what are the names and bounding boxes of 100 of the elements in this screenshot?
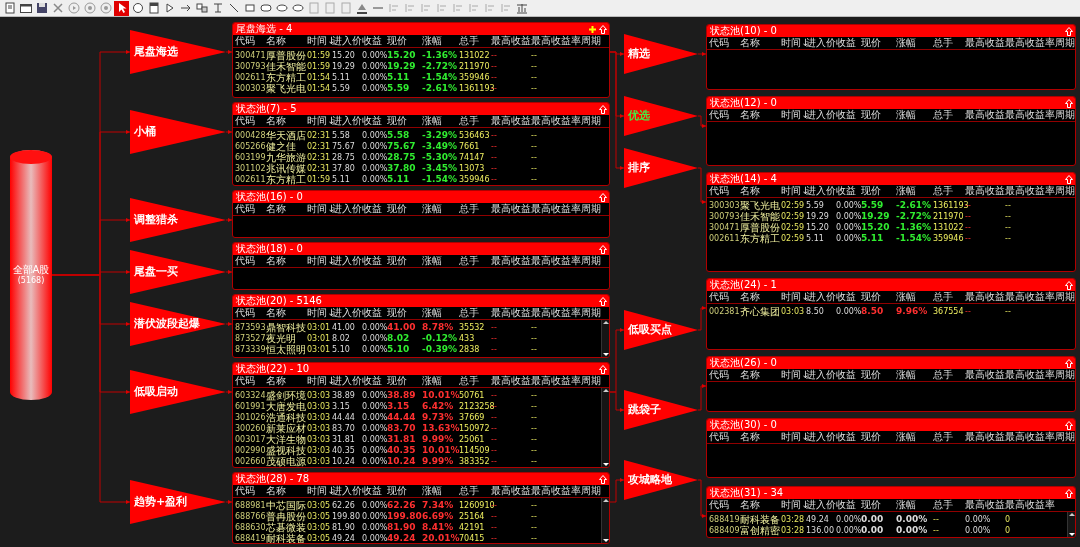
column-header[interactable]: 最高收益率 [1005, 499, 1075, 511]
scrollbar[interactable] [601, 498, 609, 543]
column-header[interactable]: 收益 [362, 255, 387, 267]
flow-node[interactable] [130, 110, 226, 154]
column-header[interactable]: 进入价 [332, 203, 362, 215]
scrollbar[interactable] [601, 388, 609, 467]
column-header[interactable]: 涨幅 [422, 35, 459, 47]
column-header[interactable]: 收益 [362, 307, 387, 319]
up-arrow-icon[interactable] [1065, 26, 1073, 36]
column-header[interactable]: 最高收益率周期 [531, 115, 609, 127]
column-header[interactable]: 时间↓ [781, 369, 806, 381]
column-header[interactable]: 涨幅 [896, 431, 933, 443]
column-header[interactable]: 进入价 [806, 291, 836, 303]
column-header[interactable]: 总手 [459, 307, 491, 319]
column-header[interactable]: 时间↓ [307, 255, 332, 267]
column-header[interactable]: 现价 [861, 499, 896, 511]
column-header[interactable]: 代码 [235, 35, 266, 47]
up-arrow-icon[interactable] [1065, 174, 1073, 184]
column-header[interactable]: 涨幅 [896, 37, 933, 49]
column-header[interactable]: 名称 [266, 307, 307, 319]
flow-node[interactable] [624, 34, 698, 74]
column-header[interactable]: 名称 [266, 485, 307, 497]
column-header[interactable]: 最高收益率周期 [1005, 185, 1075, 197]
column-header[interactable]: 现价 [861, 369, 896, 381]
link-tool-button[interactable] [194, 0, 209, 16]
column-header[interactable]: 总手 [933, 369, 965, 381]
scroll-down-icon[interactable] [602, 462, 609, 467]
column-header[interactable]: 代码 [709, 37, 740, 49]
column-header[interactable]: 现价 [387, 115, 422, 127]
column-header[interactable]: 代码 [709, 109, 740, 121]
column-header[interactable]: 总手 [459, 485, 491, 497]
column-header[interactable]: 名称 [740, 185, 781, 197]
column-header[interactable]: 收益 [362, 485, 387, 497]
column-header[interactable]: 代码 [709, 431, 740, 443]
column-header[interactable]: 最高收益率周期 [531, 203, 609, 215]
column-header[interactable]: 进入价 [332, 485, 362, 497]
column-header[interactable]: 最高收益率周期 [1005, 109, 1075, 121]
flow-node[interactable] [624, 310, 698, 350]
column-header[interactable]: 名称 [740, 431, 781, 443]
column-header[interactable]: 现价 [387, 485, 422, 497]
up-arrow-icon[interactable] [599, 104, 607, 114]
column-header[interactable]: 现价 [387, 255, 422, 267]
column-header[interactable]: 最高收益 [965, 185, 1005, 197]
column-header[interactable]: 时间↓ [307, 35, 332, 47]
column-header[interactable]: 现价 [387, 35, 422, 47]
scrollbar[interactable] [1067, 512, 1075, 537]
column-header[interactable]: 代码 [235, 115, 266, 127]
column-header[interactable]: 进入价 [806, 37, 836, 49]
column-header[interactable]: 最高收益率周期 [1005, 369, 1075, 381]
column-header[interactable]: 收益 [836, 431, 861, 443]
flow-node[interactable] [130, 198, 226, 242]
up-arrow-icon[interactable] [1065, 420, 1073, 430]
column-header[interactable]: 收益 [836, 37, 861, 49]
column-header[interactable]: 最高收益 [491, 307, 531, 319]
column-header[interactable]: 最高收益 [491, 375, 531, 387]
column-header[interactable]: 最高收益 [491, 485, 531, 497]
column-header[interactable]: 时间↓ [781, 185, 806, 197]
column-header[interactable]: 名称 [740, 291, 781, 303]
flow-node[interactable] [130, 30, 226, 74]
column-header[interactable]: 最高收益率周期 [1005, 291, 1075, 303]
column-header[interactable]: 最高收益 [965, 431, 1005, 443]
column-header[interactable]: 最高收益率周期 [531, 35, 609, 47]
column-header[interactable]: 进入价 [806, 369, 836, 381]
column-header[interactable]: 涨幅 [422, 307, 459, 319]
column-header[interactable]: 进入价 [332, 255, 362, 267]
column-header[interactable]: 最高收益率周期 [1005, 37, 1075, 49]
column-header[interactable]: 总手 [933, 291, 965, 303]
up-arrow-icon[interactable] [599, 296, 607, 306]
column-header[interactable]: 总手 [459, 203, 491, 215]
column-header[interactable]: 收益 [362, 375, 387, 387]
flow-node[interactable] [130, 480, 226, 524]
column-header[interactable]: 时间↓ [781, 291, 806, 303]
column-header[interactable]: 涨幅 [422, 375, 459, 387]
column-header[interactable]: 进入价 [806, 185, 836, 197]
column-header[interactable]: 涨幅 [896, 185, 933, 197]
scroll-down-icon[interactable] [602, 538, 609, 543]
column-header[interactable]: 名称 [266, 255, 307, 267]
column-header[interactable]: 时间↓ [781, 499, 806, 511]
column-header[interactable]: 收益 [836, 499, 861, 511]
column-header[interactable]: 时间↓ [307, 307, 332, 319]
column-header[interactable]: 涨幅 [422, 485, 459, 497]
column-header[interactable]: 名称 [740, 109, 781, 121]
column-header[interactable]: 总手 [933, 109, 965, 121]
column-header[interactable]: 代码 [709, 291, 740, 303]
column-header[interactable]: 涨幅 [896, 291, 933, 303]
column-header[interactable]: 进入价 [332, 307, 362, 319]
column-header[interactable]: 最高收益 [965, 499, 1005, 511]
flow-node[interactable] [130, 370, 226, 414]
column-header[interactable]: 名称 [266, 203, 307, 215]
up-arrow-icon[interactable] [599, 192, 607, 202]
column-header[interactable]: 总手 [459, 375, 491, 387]
column-header[interactable]: 最高收益 [965, 109, 1005, 121]
column-header[interactable]: 进入价 [806, 109, 836, 121]
column-header[interactable]: 代码 [709, 185, 740, 197]
column-header[interactable]: 进入价 [332, 35, 362, 47]
column-header[interactable]: 现价 [861, 109, 896, 121]
column-header[interactable]: 最高收益 [491, 115, 531, 127]
column-header[interactable]: 总手 [459, 255, 491, 267]
ellipse-tool-button[interactable] [130, 0, 145, 16]
column-header[interactable]: 现价 [387, 307, 422, 319]
